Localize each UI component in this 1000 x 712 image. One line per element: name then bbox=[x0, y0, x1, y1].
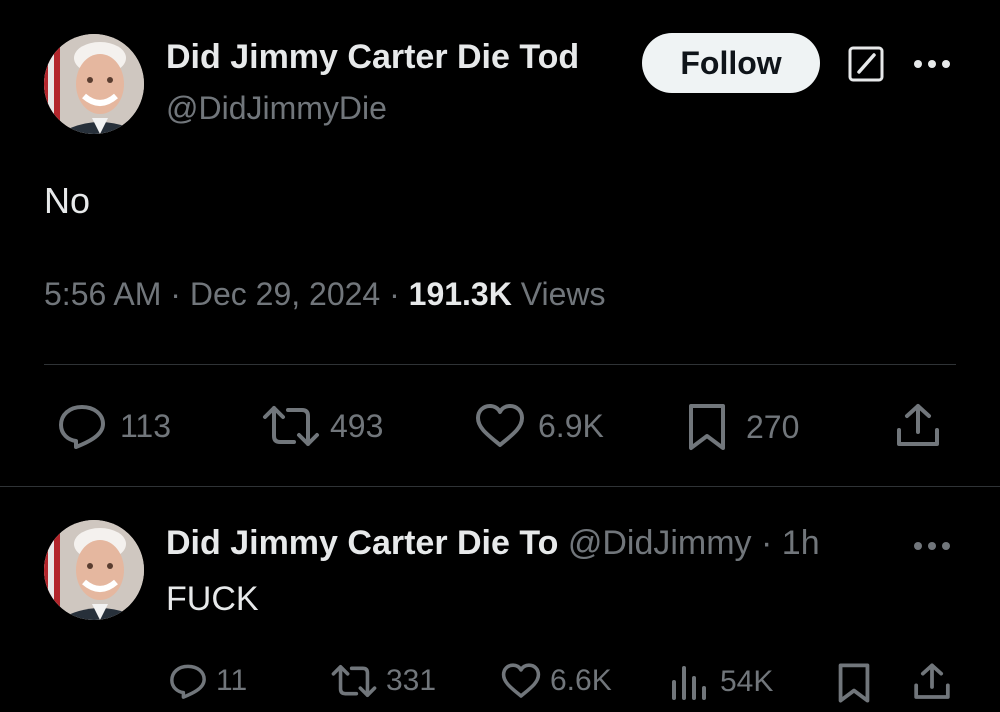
profile-photo-icon bbox=[44, 34, 144, 134]
views-count: 191.3K bbox=[408, 276, 512, 312]
reply-time[interactable]: 1h bbox=[782, 524, 820, 562]
like-button[interactable]: 6.6K bbox=[500, 662, 612, 700]
reply-icon bbox=[170, 664, 206, 699]
reply-tweet-text: FUCK bbox=[166, 580, 259, 618]
meta-separator: · bbox=[761, 524, 773, 562]
bookmark-button[interactable] bbox=[836, 662, 872, 704]
reply-button[interactable]: 113 bbox=[56, 402, 171, 450]
views-button[interactable]: 54K bbox=[670, 662, 773, 702]
repost-icon bbox=[263, 406, 319, 446]
reply-count: 113 bbox=[120, 407, 172, 444]
like-button[interactable]: 6.9K bbox=[474, 402, 604, 450]
heart-icon bbox=[476, 404, 524, 447]
tweet-date[interactable]: Dec 29, 2024 bbox=[190, 276, 380, 312]
share-button[interactable] bbox=[912, 662, 952, 702]
repost-count: 331 bbox=[386, 664, 437, 697]
tweet-separator bbox=[0, 486, 1000, 487]
bookmark-icon bbox=[689, 404, 725, 450]
like-count: 6.6K bbox=[550, 664, 612, 697]
repost-count: 493 bbox=[330, 407, 384, 444]
tweet-meta: 5:56 AM · Dec 29, 2024 · 191.3K Views bbox=[44, 276, 606, 313]
views-chart-icon bbox=[672, 666, 706, 700]
grok-icon[interactable] bbox=[846, 44, 886, 84]
main-display-name[interactable]: Did Jimmy Carter Die Tod bbox=[166, 38, 579, 77]
repost-button[interactable]: 331 bbox=[330, 662, 436, 700]
tweet-time[interactable]: 5:56 AM bbox=[44, 276, 161, 312]
views-label: Views bbox=[520, 276, 606, 312]
reply-display-name[interactable]: Did Jimmy Carter Die To bbox=[166, 524, 558, 562]
share-button[interactable] bbox=[894, 402, 942, 450]
more-dots-icon[interactable] bbox=[910, 530, 954, 562]
more-dots-icon[interactable] bbox=[910, 48, 954, 80]
divider bbox=[44, 364, 956, 365]
repost-button[interactable]: 493 bbox=[262, 402, 383, 450]
reply-header: Did Jimmy Carter Die To @DidJimmy · 1h bbox=[166, 524, 820, 563]
reply-avatar[interactable] bbox=[44, 520, 144, 620]
meta-separator: · bbox=[170, 276, 181, 312]
reply-handle[interactable]: @DidJimmy bbox=[568, 524, 752, 562]
bookmark-count: 270 bbox=[746, 408, 800, 445]
meta-separator: · bbox=[389, 276, 400, 312]
reply-icon bbox=[59, 405, 105, 449]
views-count: 54K bbox=[720, 665, 774, 698]
bookmark-icon bbox=[838, 663, 870, 703]
bookmark-button[interactable]: 270 bbox=[686, 402, 799, 452]
reply-button[interactable]: 11 bbox=[168, 662, 247, 700]
like-count: 6.9K bbox=[538, 407, 604, 444]
follow-button[interactable]: Follow bbox=[642, 33, 820, 93]
main-handle[interactable]: @DidJimmyDie bbox=[166, 90, 387, 127]
repost-icon bbox=[331, 664, 377, 698]
main-avatar[interactable] bbox=[44, 34, 144, 134]
main-tweet-text: No bbox=[44, 180, 91, 221]
share-icon bbox=[914, 663, 950, 699]
reply-count: 11 bbox=[216, 664, 248, 697]
profile-photo-icon bbox=[44, 520, 144, 620]
heart-icon bbox=[501, 663, 541, 698]
share-icon bbox=[897, 404, 939, 446]
